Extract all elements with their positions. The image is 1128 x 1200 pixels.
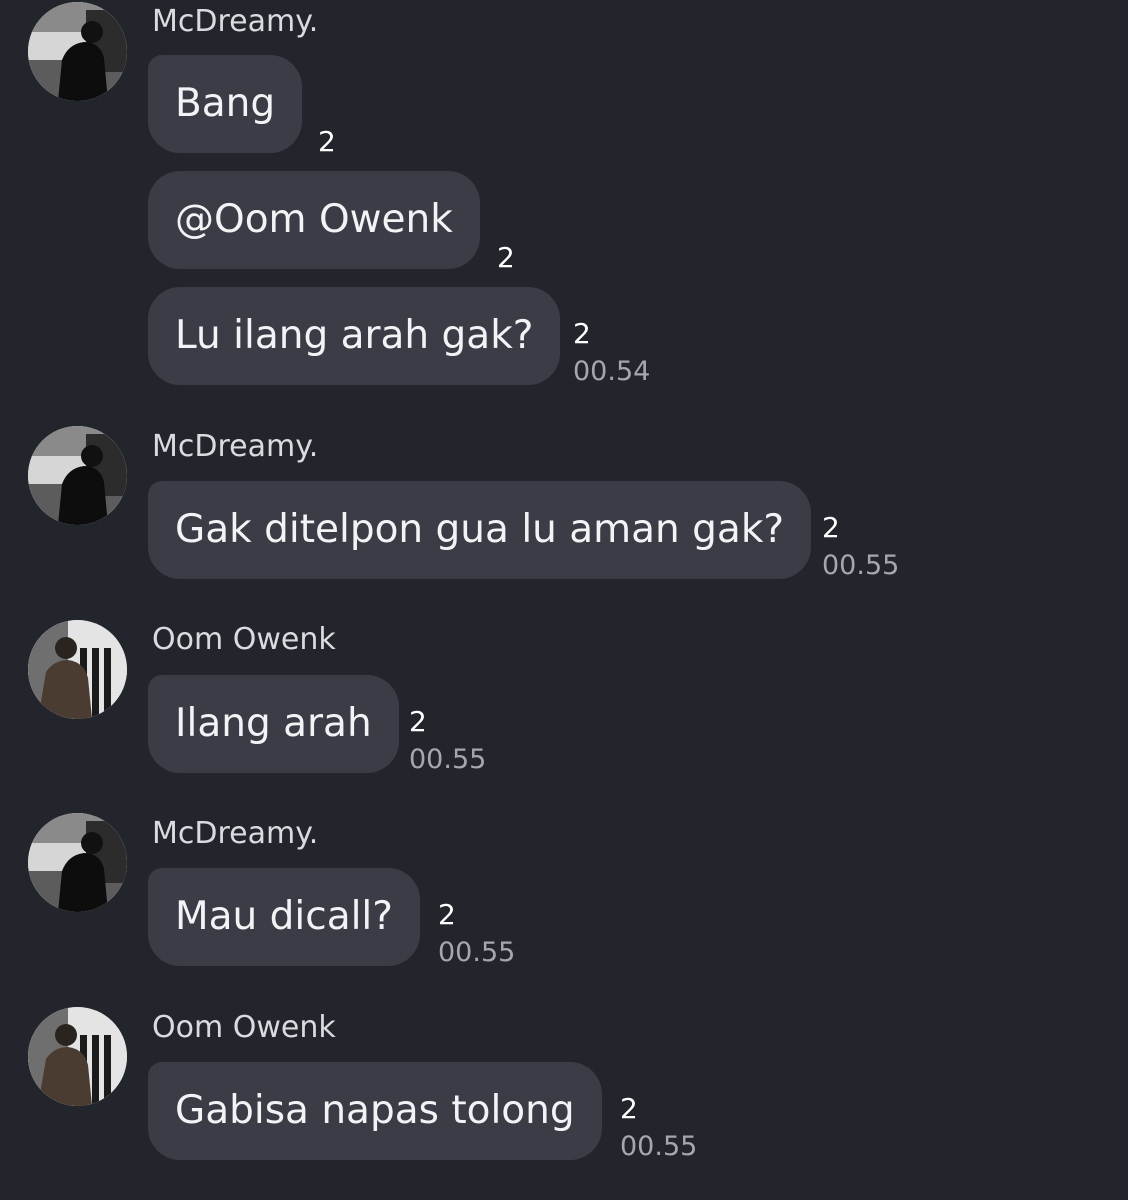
message-bubble[interactable]: Bang [148,55,303,153]
read-count: 2 [438,898,456,931]
message-bubble[interactable]: @Oom Owenk [148,171,480,269]
read-count: 2 [409,705,427,738]
sender-name: Oom Owenk [152,622,336,657]
mcdreamy-avatar[interactable] [28,426,127,525]
read-count: 2 [573,317,591,350]
read-count: 2 [497,241,515,274]
read-count: 2 [318,125,336,158]
timestamp: 00.55 [822,550,900,581]
sender-name: McDreamy. [152,4,319,39]
sender-name: McDreamy. [152,429,319,464]
timestamp: 00.55 [620,1131,698,1162]
oom-owenk-avatar[interactable] [28,620,127,719]
message-bubble[interactable]: Ilang arah [148,675,399,773]
message-bubble[interactable]: Mau dicall? [148,868,420,966]
message-bubble[interactable]: Gak ditelpon gua lu aman gak? [148,481,812,579]
timestamp: 00.55 [409,744,487,775]
read-count: 2 [822,511,840,544]
timestamp: 00.55 [438,937,516,968]
message-bubble[interactable]: Gabisa napas tolong [148,1062,602,1160]
timestamp: 00.54 [573,356,651,387]
read-count: 2 [620,1092,638,1125]
sender-name: Oom Owenk [152,1010,336,1045]
mcdreamy-avatar[interactable] [28,813,127,912]
oom-owenk-avatar[interactable] [28,1007,127,1106]
mcdreamy-avatar[interactable] [28,2,127,101]
sender-name: McDreamy. [152,816,319,851]
message-bubble[interactable]: Lu ilang arah gak? [148,287,561,385]
